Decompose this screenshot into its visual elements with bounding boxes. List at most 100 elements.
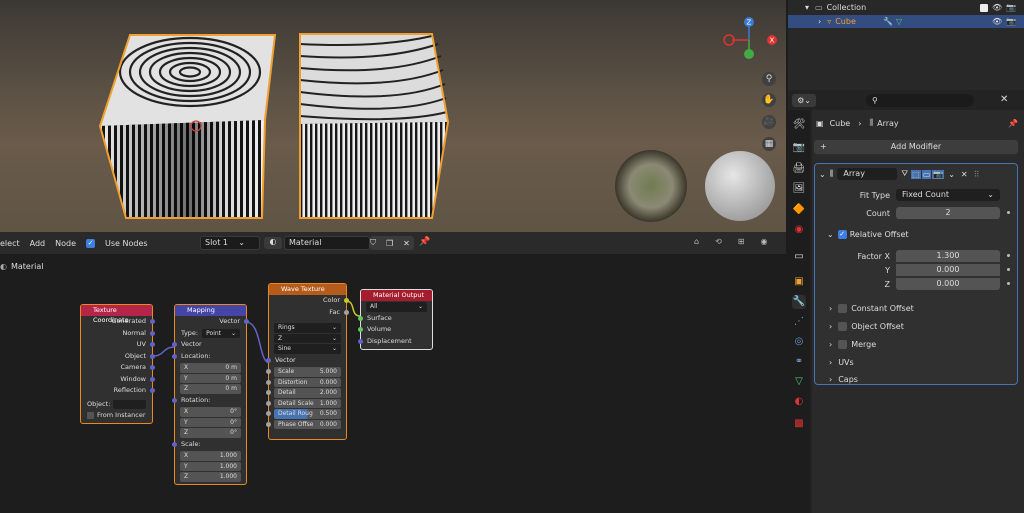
object-picker[interactable] bbox=[113, 399, 146, 409]
object-tab-icon[interactable]: ▣ bbox=[792, 275, 806, 289]
target-dropdown[interactable]: All ⌄ bbox=[366, 302, 427, 312]
modifier-panel: ▣ Cube › ⫼ Array 📌 + Add Modifier ⌄ ⫼ Ar… bbox=[812, 110, 1024, 513]
cube-right[interactable] bbox=[299, 33, 450, 219]
chevron-right-icon[interactable]: › bbox=[829, 358, 832, 367]
texture-coordinate-node[interactable]: Texture Coordinate Generated Normal UV O… bbox=[80, 304, 155, 424]
mapping-node[interactable]: Mapping Vector Type: Point ⌄ Vector Locati… bbox=[172, 304, 249, 485]
fit-type-dropdown[interactable]: Fixed Count ⌄ bbox=[896, 189, 1000, 201]
material-tab-icon[interactable]: ◐ bbox=[792, 395, 806, 409]
zoom-icon[interactable]: ⚲ bbox=[762, 72, 776, 86]
wave-texture-node[interactable]: Wave Texture Color Fac Rings ⌄ Z ⌄ Sine ⌄ V… bbox=[266, 283, 349, 440]
pin-icon[interactable]: 📌 bbox=[1008, 119, 1018, 128]
grid-icon[interactable]: ▦ bbox=[762, 137, 776, 151]
collapse-icon[interactable]: ⌄ bbox=[827, 230, 834, 239]
object-offset-header[interactable]: › Object Offset bbox=[829, 319, 1015, 333]
checkmark-icon[interactable]: ✓ bbox=[837, 229, 847, 239]
collection-icon: ▭ bbox=[815, 3, 823, 12]
location-x[interactable]: X0 m bbox=[180, 363, 241, 373]
location-y[interactable]: Y0 m bbox=[180, 373, 241, 383]
rotation-y[interactable]: Y 0° bbox=[180, 417, 241, 427]
direction-dropdown[interactable]: Z ⌄ bbox=[274, 333, 341, 343]
output-camera: Camera bbox=[81, 362, 155, 374]
outliner-row-cube[interactable]: › ▿ Cube 🔧 ▽ 👁 📷 bbox=[788, 15, 1024, 28]
checkbox-icon[interactable] bbox=[838, 339, 848, 349]
physics-tab-icon[interactable]: ◎ bbox=[792, 335, 806, 349]
type-dropdown[interactable]: Point ⌄ bbox=[202, 328, 240, 338]
texture-tab-icon[interactable]: ▩ bbox=[792, 417, 806, 431]
rotation-x[interactable]: X 0° bbox=[180, 407, 241, 417]
param-phase-offset[interactable]: Phase Offse 0.000 bbox=[266, 419, 341, 429]
param-scale[interactable]: Scale 5.000 bbox=[266, 367, 341, 377]
array-modifier-panel: ⌄ ⫼ Array ⛛ ⬚ ▭ 📷 ⌄ ✕ ⠿ Fit Type Fixed C… bbox=[814, 163, 1018, 385]
param-detail-roughness[interactable]: Detail Roug 0.500 bbox=[266, 409, 341, 419]
rotation-z[interactable]: Z 0° bbox=[180, 428, 241, 438]
delete-icon[interactable]: ✕ bbox=[961, 170, 968, 179]
cube-left[interactable] bbox=[98, 34, 277, 219]
outliner-row-collection[interactable]: ▾ ▭ Collection 👁 📷 bbox=[788, 1, 1024, 14]
tool-tab-icon[interactable]: 🛠 bbox=[792, 118, 806, 132]
editmode-icon[interactable]: ⬚ bbox=[911, 169, 921, 179]
param-distortion[interactable]: Distortion 0.000 bbox=[266, 377, 341, 387]
camera-render-icon[interactable]: 📷 bbox=[1006, 17, 1016, 26]
scale-x[interactable]: X 1.000 bbox=[180, 451, 241, 461]
factor-z-field[interactable]: 0.000 bbox=[896, 278, 1000, 290]
from-instancer-checkbox[interactable]: From Instancer bbox=[81, 410, 152, 422]
constraints-tab-icon[interactable]: ⚭ bbox=[792, 355, 806, 369]
drag-handle-icon[interactable]: ⠿ bbox=[974, 170, 980, 179]
factor-y-field[interactable]: 0.000 bbox=[896, 264, 1000, 276]
add-modifier-button[interactable]: + Add Modifier bbox=[814, 140, 1018, 154]
close-icon[interactable]: ✕ bbox=[1000, 94, 1008, 105]
param-detail-scale[interactable]: Detail Scale 1.000 bbox=[266, 398, 341, 408]
uvs-header[interactable]: › UVs bbox=[829, 355, 1015, 369]
navigation-gizmo[interactable]: Z X bbox=[718, 14, 784, 64]
chevron-right-icon[interactable]: › bbox=[829, 340, 832, 349]
caps-header[interactable]: › Caps bbox=[829, 373, 1015, 385]
scale-y[interactable]: Y 1.000 bbox=[180, 461, 241, 471]
eye-icon[interactable]: 👁 bbox=[992, 3, 1002, 12]
chevron-right-icon[interactable]: › bbox=[829, 375, 832, 384]
mesh-data-tab-icon[interactable]: ▽ bbox=[792, 375, 806, 389]
constant-offset-header[interactable]: › Constant Offset bbox=[829, 301, 1015, 315]
param-detail[interactable]: Detail 2.000 bbox=[266, 388, 341, 398]
pan-hand-icon[interactable]: ✋ bbox=[762, 93, 776, 107]
camera-render-icon[interactable]: 📷 bbox=[1006, 3, 1016, 12]
render-tab-icon[interactable]: 📷 bbox=[792, 141, 806, 155]
node-editor[interactable]: elect Add Node ✓ Use Nodes Slot 1 ⌄ ◐ Mate… bbox=[0, 232, 786, 513]
editor-type-dropdown[interactable]: ⚙⌄ bbox=[792, 94, 816, 107]
particles-tab-icon[interactable]: ⋰ bbox=[792, 315, 806, 329]
world-tab-icon[interactable]: ◉ bbox=[792, 223, 806, 237]
display-icon[interactable]: ▭ bbox=[921, 169, 932, 179]
material-output-node[interactable]: Material Output All ⌄ Surface Volume Disp… bbox=[358, 289, 433, 350]
collapse-icon[interactable]: ⌄ bbox=[819, 170, 826, 179]
search-input[interactable]: ⚲ bbox=[866, 94, 974, 107]
relative-offset-header[interactable]: ⌄ ✓ Relative Offset bbox=[827, 227, 1015, 241]
filter-icon[interactable]: ⛛ bbox=[901, 169, 908, 179]
render-icon[interactable]: 📷 bbox=[932, 169, 945, 179]
location-z[interactable]: Z0 m bbox=[180, 384, 241, 394]
view-layer-tab-icon[interactable]: 🖼 bbox=[792, 182, 806, 196]
type-select[interactable]: Type: Point ⌄ bbox=[175, 328, 246, 340]
collection-tab-icon[interactable]: ▭ bbox=[792, 250, 806, 264]
chevron-right-icon[interactable]: › bbox=[829, 322, 832, 331]
expand-icon[interactable]: ▾ bbox=[805, 3, 809, 12]
checkbox-icon[interactable] bbox=[838, 321, 848, 331]
wave-type-dropdown[interactable]: Rings ⌄ bbox=[274, 323, 341, 333]
checkbox-icon[interactable] bbox=[838, 303, 848, 313]
modifier-name-field[interactable]: Array bbox=[837, 168, 898, 180]
modifier-tab-icon[interactable]: 🔧 bbox=[792, 295, 806, 309]
chevron-right-icon[interactable]: › bbox=[818, 17, 821, 26]
camera-icon[interactable]: 🎥 bbox=[762, 115, 776, 129]
checkbox-icon[interactable] bbox=[980, 3, 988, 12]
eye-icon[interactable]: 👁 bbox=[992, 17, 1002, 26]
profile-dropdown[interactable]: Sine ⌄ bbox=[274, 344, 341, 354]
merge-header[interactable]: › Merge bbox=[829, 337, 1015, 351]
scale-z[interactable]: Z 1.000 bbox=[180, 472, 241, 482]
chevron-right-icon[interactable]: › bbox=[829, 304, 832, 313]
scene-tab-icon[interactable]: 🔶 bbox=[792, 203, 806, 217]
output-tab-icon[interactable]: 🖨 bbox=[792, 162, 806, 176]
object-field[interactable]: Object: bbox=[81, 399, 152, 411]
factor-x-field[interactable]: 1.300 bbox=[896, 250, 1000, 262]
count-field[interactable]: 2 bbox=[896, 207, 1000, 219]
chevron-down-icon[interactable]: ⌄ bbox=[948, 170, 955, 179]
3d-viewport[interactable]: Z X ⚲ ✋ 🎥 ▦ bbox=[0, 0, 786, 232]
